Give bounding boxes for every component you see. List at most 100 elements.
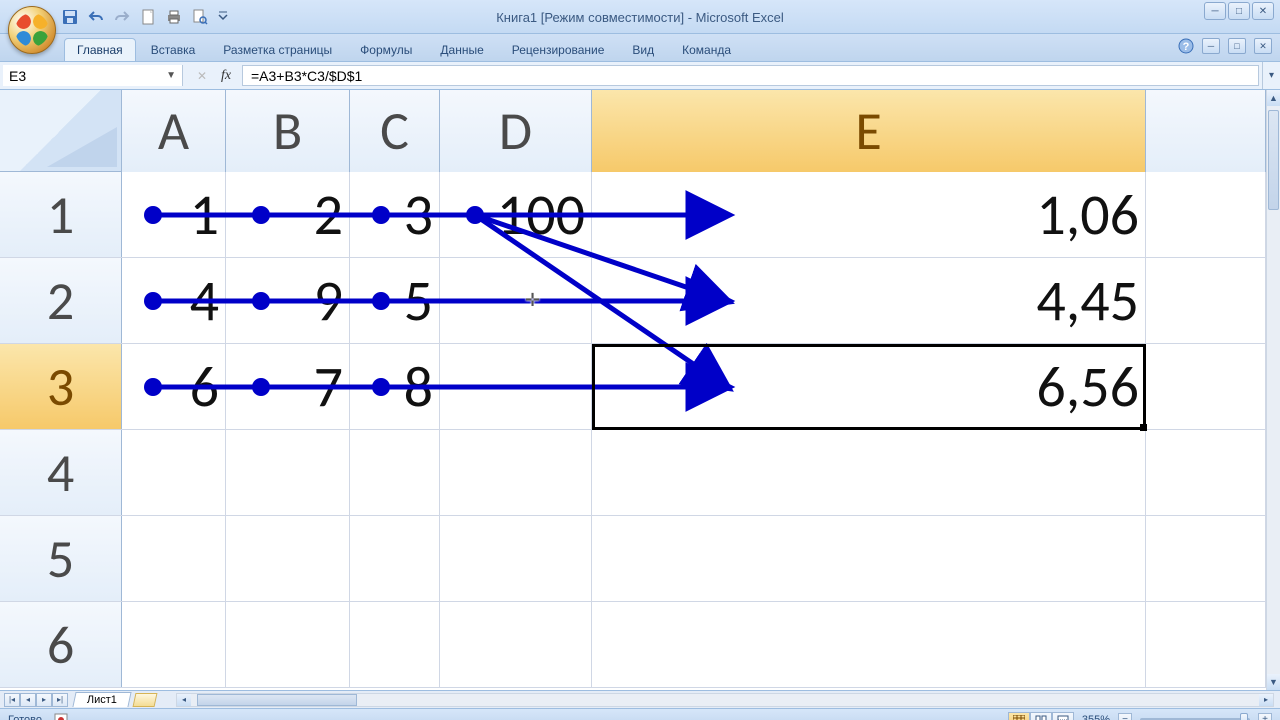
cell-B2[interactable]: 9 (226, 258, 350, 343)
cell-D6[interactable] (440, 602, 592, 687)
formula-input[interactable]: =A3+B3*C3/$D$1 (242, 65, 1259, 86)
zoom-level[interactable]: 355% (1082, 714, 1110, 720)
tab-formulas[interactable]: Формулы (347, 38, 425, 61)
col-header-D[interactable]: D (440, 90, 592, 172)
col-header-C[interactable]: C (350, 90, 440, 172)
tab-page-layout[interactable]: Разметка страницы (210, 38, 345, 61)
row-header-6[interactable]: 6 (0, 602, 122, 687)
row-header-4[interactable]: 4 (0, 430, 122, 515)
horizontal-scrollbar[interactable]: ◂ ▸ (176, 693, 1274, 707)
minimize-button[interactable]: ─ (1204, 2, 1226, 20)
col-header-rest[interactable] (1146, 90, 1266, 172)
cell-F3[interactable] (1146, 344, 1266, 429)
undo-icon[interactable] (88, 9, 104, 25)
vertical-scrollbar[interactable]: ▲ ▼ (1266, 90, 1280, 690)
view-page-layout-icon[interactable] (1030, 712, 1052, 720)
sheet-nav-prev-icon[interactable]: ◂ (20, 693, 36, 707)
row-header-2[interactable]: 2 (0, 258, 122, 343)
save-icon[interactable] (62, 9, 78, 25)
scroll-right-icon[interactable]: ▸ (1259, 694, 1273, 706)
tab-view[interactable]: Вид (619, 38, 667, 61)
cell-B5[interactable] (226, 516, 350, 601)
cell-E3[interactable]: 6,56 (592, 344, 1146, 429)
zoom-slider-knob[interactable] (1240, 713, 1248, 720)
cell-D3[interactable] (440, 344, 592, 429)
cell-A6[interactable] (122, 602, 226, 687)
cell-D5[interactable] (440, 516, 592, 601)
tab-data[interactable]: Данные (427, 38, 496, 61)
ribbon-restore-button[interactable]: □ (1228, 38, 1246, 54)
cell-B4[interactable] (226, 430, 350, 515)
cancel-formula-icon[interactable]: ✕ (192, 66, 212, 86)
select-all-corner[interactable] (0, 90, 122, 172)
sheet-nav-next-icon[interactable]: ▸ (36, 693, 52, 707)
cell-B3[interactable]: 7 (226, 344, 350, 429)
cell-B6[interactable] (226, 602, 350, 687)
tab-review[interactable]: Рецензирование (499, 38, 618, 61)
cell-D1[interactable]: 100 (440, 172, 592, 257)
col-header-A[interactable]: A (122, 90, 226, 172)
row-header-3[interactable]: 3 (0, 344, 122, 429)
print-icon[interactable] (166, 9, 182, 25)
cell-A5[interactable] (122, 516, 226, 601)
cell-D4[interactable] (440, 430, 592, 515)
ribbon-minimize-button[interactable]: ─ (1202, 38, 1220, 54)
view-page-break-icon[interactable] (1052, 712, 1074, 720)
sheet-tab-1[interactable]: Лист1 (72, 692, 131, 707)
help-icon[interactable]: ? (1178, 38, 1194, 54)
qat-dropdown-icon[interactable] (218, 9, 228, 25)
cell-F1[interactable] (1146, 172, 1266, 257)
name-box[interactable]: E3 ▼ (3, 65, 183, 86)
cell-A1[interactable]: 1 (122, 172, 226, 257)
sheet-grid[interactable]: A B C D E 1 1 2 3 100 1,06 2 4 9 5 (0, 90, 1280, 690)
cell-C4[interactable] (350, 430, 440, 515)
cell-D2[interactable] (440, 258, 592, 343)
new-icon[interactable] (140, 9, 156, 25)
zoom-in-icon[interactable]: + (1258, 713, 1272, 720)
cell-B1[interactable]: 2 (226, 172, 350, 257)
cell-F6[interactable] (1146, 602, 1266, 687)
scroll-down-icon[interactable]: ▼ (1267, 674, 1280, 690)
tab-home[interactable]: Главная (64, 38, 136, 61)
col-header-E[interactable]: E (592, 90, 1146, 172)
fx-icon[interactable]: fx (216, 66, 236, 86)
cell-C3[interactable]: 8 (350, 344, 440, 429)
tab-team[interactable]: Команда (669, 38, 744, 61)
sheet-nav-last-icon[interactable]: ▸| (52, 693, 68, 707)
name-box-dropdown-icon[interactable]: ▼ (166, 70, 176, 81)
row-header-1[interactable]: 1 (0, 172, 122, 257)
col-header-B[interactable]: B (226, 90, 350, 172)
cell-F5[interactable] (1146, 516, 1266, 601)
office-button[interactable] (8, 6, 56, 54)
view-normal-icon[interactable] (1008, 712, 1030, 720)
macro-record-icon[interactable] (54, 713, 68, 720)
cell-E2[interactable]: 4,45 (592, 258, 1146, 343)
print-preview-icon[interactable] (192, 9, 208, 25)
formula-bar-expand-icon[interactable]: ▾ (1262, 62, 1280, 89)
ribbon-close-button[interactable]: ✕ (1254, 38, 1272, 54)
cell-F4[interactable] (1146, 430, 1266, 515)
row-header-5[interactable]: 5 (0, 516, 122, 601)
cell-A4[interactable] (122, 430, 226, 515)
zoom-out-icon[interactable]: − (1118, 713, 1132, 720)
cell-E1[interactable]: 1,06 (592, 172, 1146, 257)
new-sheet-button[interactable] (133, 693, 158, 707)
cell-E5[interactable] (592, 516, 1146, 601)
cell-A3[interactable]: 6 (122, 344, 226, 429)
tab-insert[interactable]: Вставка (138, 38, 209, 61)
sheet-nav-first-icon[interactable]: |◂ (4, 693, 20, 707)
scroll-left-icon[interactable]: ◂ (177, 694, 191, 706)
close-button[interactable]: ✕ (1252, 2, 1274, 20)
hscroll-thumb[interactable] (197, 694, 357, 706)
cell-C2[interactable]: 5 (350, 258, 440, 343)
maximize-button[interactable]: □ (1228, 2, 1250, 20)
cell-C5[interactable] (350, 516, 440, 601)
cell-F2[interactable] (1146, 258, 1266, 343)
cell-E4[interactable] (592, 430, 1146, 515)
vscroll-thumb[interactable] (1268, 110, 1279, 210)
cell-A2[interactable]: 4 (122, 258, 226, 343)
cell-C6[interactable] (350, 602, 440, 687)
cell-E6[interactable] (592, 602, 1146, 687)
redo-icon[interactable] (114, 9, 130, 25)
cell-C1[interactable]: 3 (350, 172, 440, 257)
